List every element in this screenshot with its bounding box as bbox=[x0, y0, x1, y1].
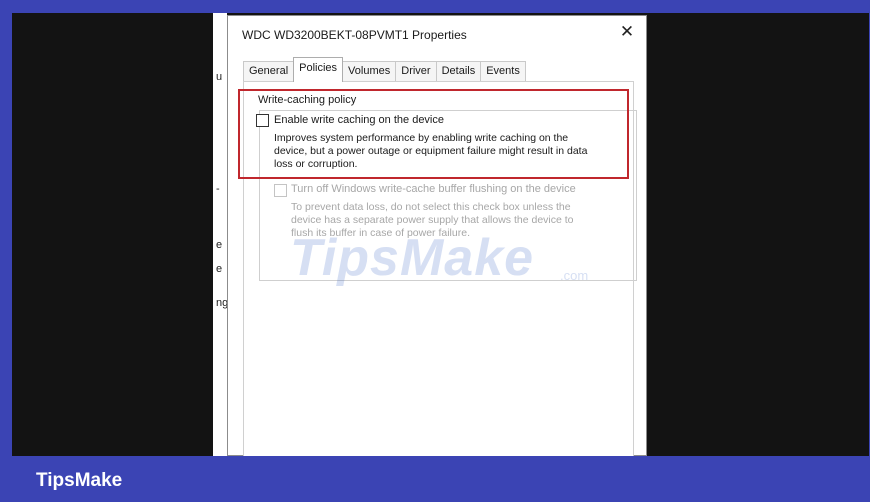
tab-policies[interactable]: Policies bbox=[293, 57, 344, 82]
watermark: TipsMake bbox=[290, 229, 535, 287]
background-window-text: e bbox=[216, 263, 223, 275]
tab-details[interactable]: Details bbox=[435, 61, 482, 82]
dialog-title: WDC WD3200BEKT-08PVMT1 Properties bbox=[242, 28, 467, 42]
background-window-text: e bbox=[216, 239, 223, 251]
brand-logo-text: TipsMake bbox=[36, 470, 123, 491]
turn-off-flushing-checkbox[interactable] bbox=[274, 184, 287, 197]
tab-driver[interactable]: Driver bbox=[395, 61, 437, 82]
background-window-text: - bbox=[216, 183, 220, 195]
tab-general[interactable]: General bbox=[243, 61, 295, 82]
enable-write-caching-description: Improves system performance by enabling … bbox=[274, 132, 587, 171]
close-icon: ✕ bbox=[619, 22, 635, 41]
tab-volumes[interactable]: Volumes bbox=[342, 61, 397, 82]
description-line: device, but a power outage or equipment … bbox=[274, 145, 588, 157]
watermark-suffix: .com bbox=[560, 268, 589, 283]
background-window-text: u bbox=[216, 71, 223, 83]
enable-write-caching-label[interactable]: Enable write caching on the device bbox=[274, 114, 444, 126]
turn-off-flushing-label[interactable]: Turn off Windows write-cache buffer flus… bbox=[291, 183, 576, 195]
description-line: device has a separate power supply that … bbox=[291, 214, 574, 226]
close-button[interactable]: ✕ bbox=[614, 21, 640, 43]
tab-strip: General Policies Volumes Driver Details … bbox=[243, 57, 526, 82]
description-line: loss or corruption. bbox=[274, 158, 358, 170]
description-line: To prevent data loss, do not select this… bbox=[291, 201, 571, 213]
image-frame: u - e e ng WDC WD3200BEKT-08PVMT1 Proper… bbox=[0, 0, 870, 502]
background-window: u - e e ng bbox=[213, 13, 228, 456]
enable-write-caching-checkbox[interactable] bbox=[256, 114, 269, 127]
tab-events[interactable]: Events bbox=[480, 61, 526, 82]
description-line: Improves system performance by enabling … bbox=[274, 132, 569, 144]
